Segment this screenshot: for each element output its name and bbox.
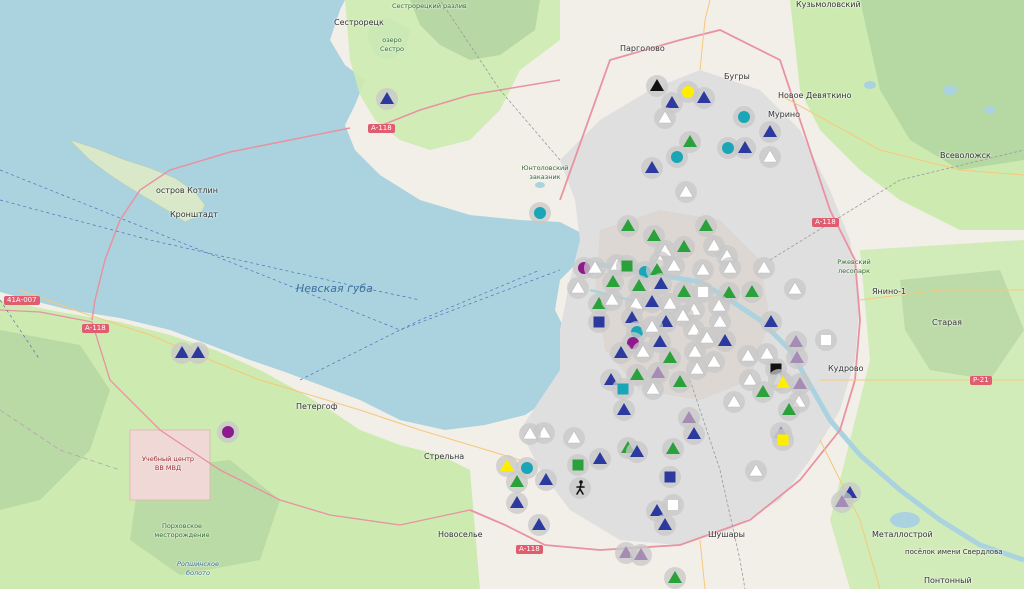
map-marker-yellow-square-icon[interactable] (772, 429, 794, 451)
map-marker-blue-triangle-icon[interactable] (613, 399, 635, 421)
map-marker-white-triangle-icon[interactable] (753, 257, 775, 279)
map-marker-green-triangle-icon[interactable] (506, 471, 528, 493)
map-marker-blue-square-icon[interactable] (588, 311, 610, 333)
map-marker-green-triangle-icon[interactable] (662, 438, 684, 460)
map-marker-lavender-triangle-icon[interactable] (630, 544, 652, 566)
map-marker-white-triangle-icon[interactable] (759, 146, 781, 168)
map-marker-blue-triangle-icon[interactable] (589, 448, 611, 470)
map-marker-white-triangle-icon[interactable] (663, 255, 685, 277)
map-marker-blue-triangle-icon[interactable] (714, 330, 736, 352)
map-marker-white-triangle-icon[interactable] (584, 257, 606, 279)
map-marker-green-triangle-icon[interactable] (669, 371, 691, 393)
map-marker-green-triangle-icon[interactable] (752, 381, 774, 403)
map-marker-white-triangle-icon[interactable] (654, 107, 676, 129)
map-marker-green-triangle-icon[interactable] (617, 215, 639, 237)
map-marker-white-square-icon[interactable] (815, 329, 837, 351)
map-marker-blue-triangle-icon[interactable] (760, 311, 782, 333)
map-marker-lavender-triangle-icon[interactable] (831, 491, 853, 513)
map-marker-green-triangle-icon[interactable] (741, 281, 763, 303)
map-view[interactable]: Сестрорецк Сестрорецкий разлив Парголово… (0, 0, 1024, 589)
map-marker-blue-triangle-icon[interactable] (626, 441, 648, 463)
map-marker-blue-square-icon[interactable] (659, 466, 681, 488)
map-marker-pedestrian-icon[interactable] (569, 477, 591, 499)
map-marker-blue-triangle-icon[interactable] (528, 514, 550, 536)
map-marker-white-triangle-icon[interactable] (784, 278, 806, 300)
map-marker-white-triangle-icon[interactable] (737, 345, 759, 367)
map-marker-blue-triangle-icon[interactable] (693, 87, 715, 109)
map-marker-teal-circle-icon[interactable] (529, 202, 551, 224)
markers-layer (171, 75, 861, 589)
map-marker-white-triangle-icon[interactable] (563, 427, 585, 449)
map-marker-white-triangle-icon[interactable] (567, 277, 589, 299)
map-marker-green-triangle-icon[interactable] (664, 567, 686, 589)
map-marker-blue-triangle-icon[interactable] (376, 88, 398, 110)
map-marker-white-triangle-icon[interactable] (719, 257, 741, 279)
map-marker-white-triangle-icon[interactable] (723, 391, 745, 413)
map-marker-black-triangle-icon[interactable] (646, 75, 668, 97)
map-marker-teal-circle-icon[interactable] (666, 146, 688, 168)
map-marker-blue-triangle-icon[interactable] (683, 423, 705, 445)
map-marker-lavender-triangle-icon[interactable] (786, 347, 808, 369)
map-marker-blue-triangle-icon[interactable] (610, 342, 632, 364)
map-marker-blue-triangle-icon[interactable] (734, 137, 756, 159)
map-marker-white-triangle-icon[interactable] (745, 460, 767, 482)
map-marker-blue-triangle-icon[interactable] (759, 121, 781, 143)
map-marker-blue-triangle-icon[interactable] (506, 492, 528, 514)
map-marker-green-triangle-icon[interactable] (673, 236, 695, 258)
map-marker-purple-circle-icon[interactable] (217, 421, 239, 443)
map-marker-white-triangle-icon[interactable] (601, 289, 623, 311)
map-marker-blue-triangle-icon[interactable] (641, 157, 663, 179)
map-marker-blue-triangle-icon[interactable] (535, 469, 557, 491)
map-marker-green-triangle-icon[interactable] (695, 215, 717, 237)
map-marker-white-triangle-icon[interactable] (642, 378, 664, 400)
map-marker-teal-circle-icon[interactable] (733, 106, 755, 128)
map-marker-white-triangle-icon[interactable] (519, 423, 541, 445)
map-marker-green-square-icon[interactable] (567, 454, 589, 476)
map-marker-blue-triangle-icon[interactable] (654, 514, 676, 536)
map-marker-white-triangle-icon[interactable] (632, 341, 654, 363)
map-marker-teal-square-icon[interactable] (612, 378, 634, 400)
map-marker-green-triangle-icon[interactable] (778, 399, 800, 421)
map-marker-white-triangle-icon[interactable] (675, 181, 697, 203)
map-marker-white-triangle-icon[interactable] (692, 259, 714, 281)
map-marker-blue-triangle-icon[interactable] (187, 342, 209, 364)
